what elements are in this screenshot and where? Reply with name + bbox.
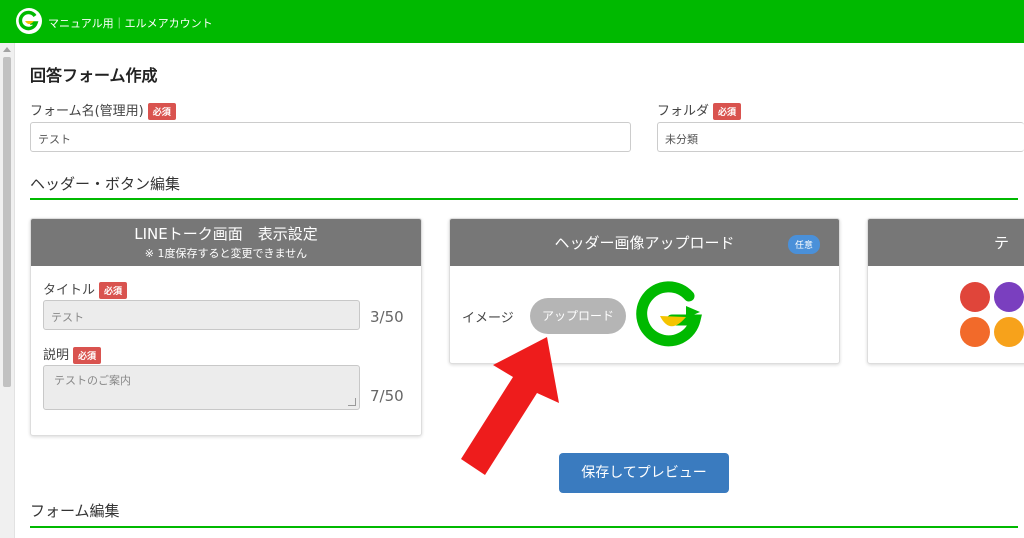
account-name[interactable]: マニュアル用｜エルメアカウント	[48, 15, 213, 31]
folder-label: フォルダ 必須	[657, 100, 742, 120]
upload-button[interactable]: アップロード	[530, 298, 626, 334]
textarea-resize-icon[interactable]	[348, 398, 356, 406]
theme-color-yellow[interactable]	[994, 317, 1024, 347]
optional-badge: 任意	[788, 235, 821, 254]
talk-desc-textarea[interactable]: テストのご案内	[43, 365, 360, 410]
header-image-panel-header: ヘッダー画像アップロード	[450, 219, 839, 266]
form-name-input[interactable]: テスト	[30, 122, 631, 152]
header-image-title: ヘッダー画像アップロード	[554, 234, 735, 252]
talk-title-count: 3/50	[370, 308, 404, 326]
line-talk-panel-header: LINEトーク画面 表示設定 ※ 1度保存すると変更できません	[31, 219, 421, 266]
top-bar: マニュアル用｜エルメアカウント	[0, 0, 1024, 43]
line-talk-subtitle: ※ 1度保存すると変更できません	[144, 247, 308, 260]
required-badge: 必須	[713, 103, 742, 120]
theme-color-orange[interactable]	[960, 317, 990, 347]
section-header-button-edit: ヘッダー・ボタン編集	[30, 175, 181, 193]
line-talk-settings-panel: LINEトーク画面 表示設定 ※ 1度保存すると変更できません タイトル 必須 テ…	[30, 218, 422, 436]
theme-settings-panel: テ	[867, 218, 1024, 364]
line-talk-title: LINEトーク画面 表示設定	[134, 225, 318, 243]
vertical-scrollbar[interactable]	[0, 43, 15, 538]
required-badge: 必須	[73, 347, 102, 364]
theme-panel-header: テ	[868, 219, 1024, 266]
red-arrow-annotation	[461, 337, 559, 475]
section-divider	[30, 198, 1018, 200]
scroll-thumb[interactable]	[3, 57, 11, 387]
required-badge: 必須	[147, 103, 176, 120]
lme-logo-icon[interactable]	[16, 8, 42, 34]
talk-title-label: タイトル 必須	[43, 279, 128, 299]
theme-color-purple[interactable]	[994, 282, 1024, 312]
section-form-edit: フォーム編集	[30, 502, 120, 520]
save-preview-button[interactable]: 保存してプレビュー	[559, 453, 729, 493]
image-label: イメージ	[462, 311, 514, 326]
page-title: 回答フォーム作成	[30, 66, 158, 85]
talk-title-input[interactable]: テスト	[43, 300, 360, 330]
talk-desc-count: 7/50	[370, 387, 404, 405]
theme-color-red[interactable]	[960, 282, 990, 312]
form-name-label: フォーム名(管理用) 必須	[30, 100, 176, 120]
section-divider	[30, 526, 1018, 528]
scroll-up-icon[interactable]	[3, 47, 11, 52]
folder-select[interactable]: 未分類	[657, 122, 1024, 152]
header-image-thumbnail	[636, 281, 702, 347]
talk-desc-label: 説明 必須	[43, 344, 102, 364]
theme-title: テ	[994, 234, 1010, 252]
required-badge: 必須	[99, 282, 128, 299]
